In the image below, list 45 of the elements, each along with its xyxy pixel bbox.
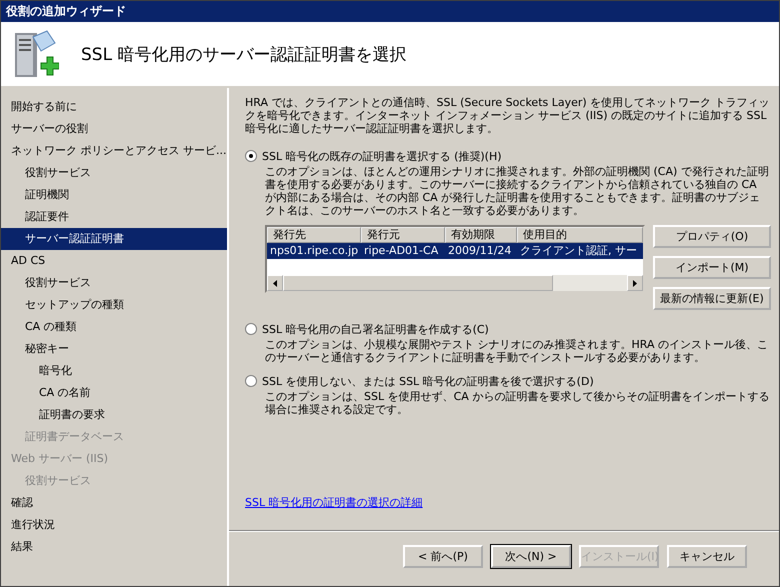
radio-button[interactable] bbox=[245, 150, 257, 162]
sidebar-item[interactable]: 秘密キー bbox=[1, 338, 227, 360]
sidebar-item[interactable]: 証明書の要求 bbox=[1, 404, 227, 426]
wizard-button[interactable]: キャンセル bbox=[667, 545, 747, 568]
horizontal-scrollbar[interactable] bbox=[267, 275, 643, 291]
option-description: このオプションは、SSL を使用せず、CA からの証明書を要求して後からその証明書をインポートする場合に推奨される設定です。 bbox=[265, 390, 770, 416]
option-label[interactable]: SSL を使用しない、または SSL 暗号化の証明書を後で選択する(D) bbox=[262, 374, 594, 388]
radio-button[interactable] bbox=[245, 323, 257, 335]
sidebar-item[interactable]: 進行状況 bbox=[1, 514, 227, 536]
window-title: 役割の追加ウィザード bbox=[1, 1, 779, 22]
radio-button[interactable] bbox=[245, 375, 257, 387]
sidebar-item[interactable]: 開始する前に bbox=[1, 96, 227, 118]
sidebar-item[interactable]: 役割サービス bbox=[1, 272, 227, 294]
sidebar-item[interactable]: 役割サービス bbox=[1, 162, 227, 184]
side-button[interactable]: 最新の情報に更新(E) bbox=[653, 287, 771, 310]
column-header[interactable]: 発行先 bbox=[267, 227, 361, 243]
sidebar-item[interactable]: 認証要件 bbox=[1, 206, 227, 228]
option-label[interactable]: SSL 暗号化用の自己署名証明書を作成する(C) bbox=[262, 322, 489, 336]
intro-text: HRA では、クライアントとの通信時、SSL (Secure Sockets Layer) を使用してネットワーク トラフィックを暗号化できます。インターネット インフォメーション サービス (IIS) の既定のサイトに追加する SSL 暗号化に適したサーバー認証証明書を選択します。 bbox=[245, 96, 771, 135]
side-button[interactable]: インポート(M) bbox=[653, 256, 771, 279]
side-button[interactable]: プロパティ(O) bbox=[653, 225, 771, 248]
table-row[interactable]: nps01.ripe.co.jp ripe-AD01-CA 2009/11/24 クライアント認証, サー bbox=[267, 243, 643, 259]
wizard-button[interactable]: 次へ(N) > bbox=[491, 545, 571, 568]
wizard-button[interactable]: < 前へ(P) bbox=[403, 545, 483, 568]
sidebar-item[interactable]: セットアップの種類 bbox=[1, 294, 227, 316]
sidebar-item[interactable]: 結果 bbox=[1, 536, 227, 558]
sidebar-item[interactable]: 証明機関 bbox=[1, 184, 227, 206]
sidebar-item[interactable]: サーバー認証証明書 bbox=[1, 228, 227, 250]
sidebar-item[interactable]: 確認 bbox=[1, 492, 227, 514]
sidebar-item[interactable]: CA の種類 bbox=[1, 316, 227, 338]
column-header[interactable]: 発行元 bbox=[361, 227, 445, 243]
scroll-left-icon[interactable] bbox=[273, 280, 277, 286]
details-link[interactable]: SSL 暗号化用の証明書の選択の詳細 bbox=[245, 495, 423, 510]
sidebar-item[interactable]: AD CS bbox=[1, 250, 227, 272]
page-heading: SSL 暗号化用のサーバー認証証明書を選択 bbox=[81, 44, 406, 66]
option-label[interactable]: SSL 暗号化の既存の証明書を選択する (推奨)(H) bbox=[262, 148, 502, 164]
column-header[interactable]: 有効期限 bbox=[445, 227, 517, 243]
option-description: このオプションは、ほとんどの運用シナリオに推奨されます。外部の証明機関 (CA) で発行された証明書を使用する必要があります。このサーバーに接続するクライアントから信頼されている独自の CA が内部にある場合は、その内部 CA が発行した証明書を使用することもできます。証明書のサブジェクト名は、このサーバーのホスト名と一致する必要があります。 bbox=[265, 165, 770, 217]
sidebar-item[interactable]: ネットワーク ポリシーとアクセス サービ... bbox=[1, 140, 227, 162]
sidebar-item[interactable]: CA の名前 bbox=[1, 382, 227, 404]
column-header[interactable]: 使用目的 bbox=[517, 227, 643, 243]
scroll-right-icon[interactable] bbox=[633, 280, 637, 286]
sidebar-item[interactable]: 暗号化 bbox=[1, 360, 227, 382]
sidebar-item[interactable]: サーバーの役割 bbox=[1, 118, 227, 140]
option-description: このオプションは、小規模な展開やテスト シナリオにのみ推奨されます。HRA のインストール後、このサーバーと通信するクライアントに証明書を手動でインストールする必要があります。 bbox=[265, 338, 769, 364]
